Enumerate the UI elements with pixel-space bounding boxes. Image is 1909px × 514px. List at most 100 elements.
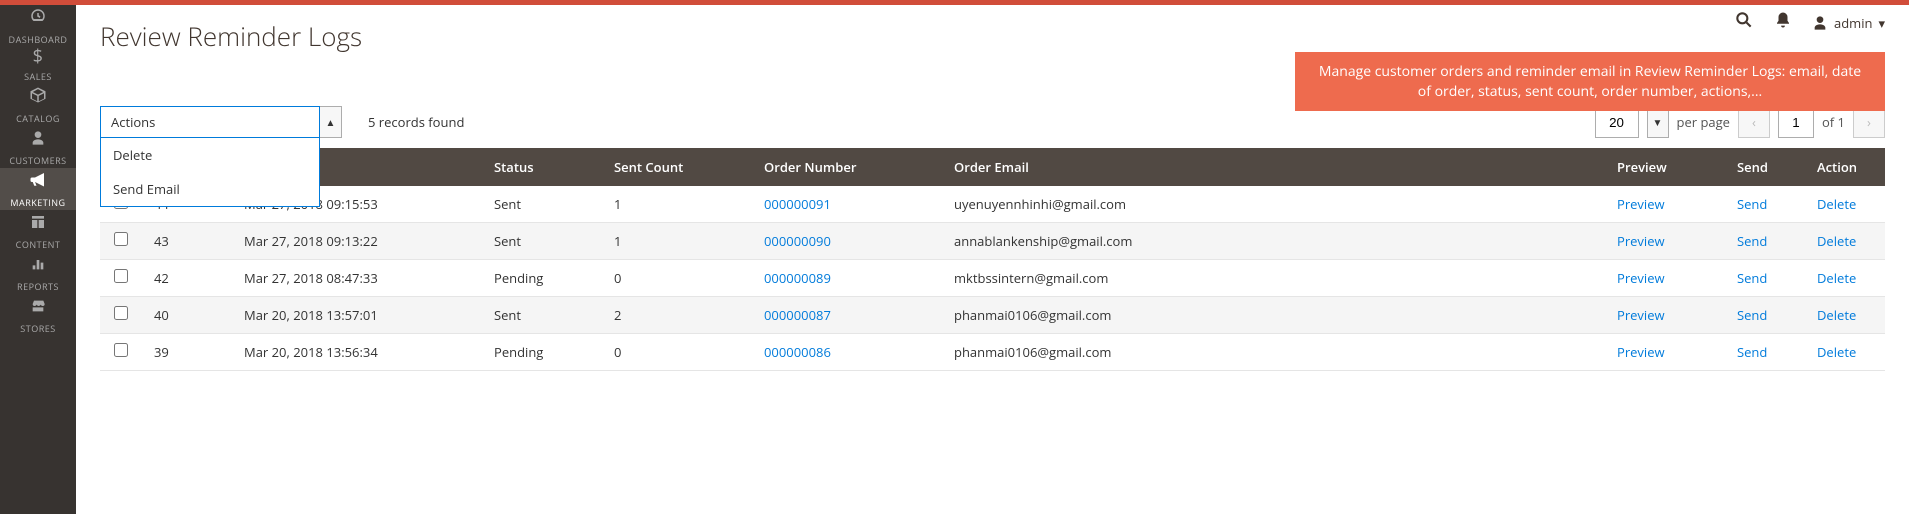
cell-status: Pending (482, 334, 602, 371)
table-row[interactable]: 39Mar 20, 2018 13:56:34Pending0000000086… (100, 334, 1885, 371)
row-checkbox[interactable] (114, 232, 128, 246)
chevron-down-icon: ▾ (1878, 14, 1885, 32)
delete-link[interactable]: Delete (1817, 269, 1856, 287)
cell-id: 40 (142, 297, 232, 334)
sidebar-item-catalog[interactable]: CATALOG (0, 84, 76, 126)
sidebar-item-content[interactable]: CONTENT (0, 210, 76, 252)
cell-email: uyenuyennhinhi@gmail.com (942, 186, 1605, 223)
sidebar-item-customers[interactable]: CUSTOMERS (0, 126, 76, 168)
cell-email: phanmai0106@gmail.com (942, 334, 1605, 371)
col-preview[interactable]: Preview (1605, 148, 1725, 186)
delete-link[interactable]: Delete (1817, 343, 1856, 361)
actions-dropdown[interactable]: Actions (100, 106, 320, 138)
records-found-label: 5 records found (368, 113, 464, 131)
cell-sent-count: 1 (602, 223, 752, 260)
col-sent-count[interactable]: Sent Count (602, 148, 752, 186)
bar-chart-icon (30, 254, 46, 278)
megaphone-icon (29, 170, 47, 194)
col-send[interactable]: Send (1725, 148, 1805, 186)
cell-status: Sent (482, 223, 602, 260)
sidebar-item-dashboard[interactable]: DASHBOARD (0, 0, 76, 42)
actions-toggle-button[interactable]: ▲ (320, 106, 342, 138)
sidebar-item-label: MARKETING (10, 196, 65, 209)
col-action[interactable]: Action (1805, 148, 1885, 186)
col-order-email[interactable]: Order Email (942, 148, 1605, 186)
delete-link[interactable]: Delete (1817, 232, 1856, 250)
row-checkbox[interactable] (114, 269, 128, 283)
cell-email: annablankenship@gmail.com (942, 223, 1605, 260)
table-row[interactable]: 43Mar 27, 2018 09:13:22Sent1000000090ann… (100, 223, 1885, 260)
cell-order-number: 000000087 (752, 297, 942, 334)
delete-link[interactable]: Delete (1817, 195, 1856, 213)
col-order-number[interactable]: Order Number (752, 148, 942, 186)
admin-account-dropdown[interactable]: admin ▾ (1812, 14, 1885, 32)
preview-link[interactable]: Preview (1617, 343, 1665, 361)
cell-status: Sent (482, 297, 602, 334)
order-number-link[interactable]: 000000090 (764, 232, 831, 250)
row-checkbox[interactable] (114, 343, 128, 357)
preview-link[interactable]: Preview (1617, 195, 1665, 213)
table-header: ▼ ID Status Sent Count Order Number Orde… (100, 148, 1885, 186)
layout-icon (30, 212, 46, 236)
cell-order-number: 000000090 (752, 223, 942, 260)
cell-order-number: 000000086 (752, 334, 942, 371)
send-link[interactable]: Send (1737, 343, 1767, 361)
delete-link[interactable]: Delete (1817, 306, 1856, 324)
col-status[interactable]: Status (482, 148, 602, 186)
per-page-label: per page (1677, 113, 1730, 131)
sidebar-item-label: SALES (24, 70, 52, 83)
actions-menu-delete[interactable]: Delete (101, 138, 319, 172)
sidebar-item-marketing[interactable]: MARKETING (0, 168, 76, 210)
sidebar-item-label: REPORTS (17, 280, 59, 293)
preview-link[interactable]: Preview (1617, 232, 1665, 250)
person-icon (30, 128, 46, 152)
cell-date: Mar 20, 2018 13:57:01 (232, 297, 482, 334)
cell-email: phanmai0106@gmail.com (942, 297, 1605, 334)
cell-order-number: 000000089 (752, 260, 942, 297)
actions-label: Actions (111, 113, 155, 131)
send-link[interactable]: Send (1737, 306, 1767, 324)
header-tools: admin ▾ (1734, 10, 1885, 36)
cell-order-number: 000000091 (752, 186, 942, 223)
row-checkbox[interactable] (114, 306, 128, 320)
cell-status: Pending (482, 260, 602, 297)
send-link[interactable]: Send (1737, 232, 1767, 250)
send-link[interactable]: Send (1737, 269, 1767, 287)
cell-email: mktbssintern@gmail.com (942, 260, 1605, 297)
sidebar-item-label: CATALOG (16, 112, 60, 125)
order-number-link[interactable]: 000000089 (764, 269, 831, 287)
cell-id: 39 (142, 334, 232, 371)
cell-id: 42 (142, 260, 232, 297)
actions-menu: Delete Send Email (100, 138, 320, 207)
sidebar-item-label: STORES (20, 322, 55, 335)
order-number-link[interactable]: 000000091 (764, 195, 831, 213)
admin-username: admin (1834, 14, 1872, 32)
cell-date: Mar 27, 2018 09:13:22 (232, 223, 482, 260)
search-icon[interactable] (1734, 10, 1754, 36)
actions-menu-send-email[interactable]: Send Email (101, 172, 319, 206)
cell-sent-count: 1 (602, 186, 752, 223)
main-content: admin ▾ Review Reminder Logs Manage cust… (76, 0, 1909, 389)
send-link[interactable]: Send (1737, 195, 1767, 213)
cell-status: Sent (482, 186, 602, 223)
sidebar-item-reports[interactable]: REPORTS (0, 252, 76, 294)
logs-table: ▼ ID Status Sent Count Order Number Orde… (100, 148, 1885, 371)
page-of-label: of 1 (1822, 113, 1845, 131)
info-callout: Manage customer orders and reminder emai… (1295, 52, 1885, 111)
cell-sent-count: 2 (602, 297, 752, 334)
cell-date: Mar 20, 2018 13:56:34 (232, 334, 482, 371)
table-row[interactable]: 42Mar 27, 2018 08:47:33Pending0000000089… (100, 260, 1885, 297)
dollar-icon: $ (33, 44, 44, 68)
admin-sidebar: DASHBOARD $ SALES CATALOG CUSTOMERS MARK… (0, 0, 76, 514)
order-number-link[interactable]: 000000086 (764, 343, 831, 361)
order-number-link[interactable]: 000000087 (764, 306, 831, 324)
sidebar-item-label: CONTENT (16, 238, 61, 251)
table-row[interactable]: 44Mar 27, 2018 09:15:53Sent1000000091uye… (100, 186, 1885, 223)
sidebar-item-stores[interactable]: STORES (0, 294, 76, 336)
cell-sent-count: 0 (602, 260, 752, 297)
preview-link[interactable]: Preview (1617, 269, 1665, 287)
sidebar-item-sales[interactable]: $ SALES (0, 42, 76, 84)
bell-icon[interactable] (1774, 11, 1792, 35)
preview-link[interactable]: Preview (1617, 306, 1665, 324)
table-row[interactable]: 40Mar 20, 2018 13:57:01Sent2 000000087 pha… (100, 297, 1885, 334)
